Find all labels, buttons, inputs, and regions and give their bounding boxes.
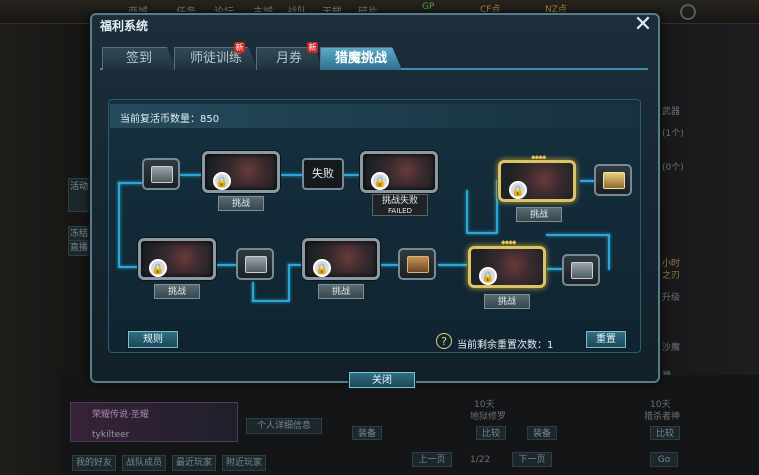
close-button[interactable]: 关闭 xyxy=(349,372,415,388)
challenge-button-1[interactable]: 挑战 xyxy=(218,196,264,211)
stage-node-3[interactable]: 🔒 xyxy=(498,160,576,202)
stage-node-2[interactable]: 🔒 xyxy=(360,151,438,193)
lock-icon: 🔒 xyxy=(371,172,389,190)
lock-icon: 🔒 xyxy=(509,181,527,199)
tab-mentor-training[interactable]: 师徒训练 xyxy=(174,47,258,70)
window-title: 福利系统 xyxy=(100,19,149,33)
tab-demon-hunt-challenge[interactable]: 猎魔挑战 xyxy=(320,47,402,70)
lock-icon: 🔒 xyxy=(313,259,331,277)
challenge-button-6[interactable]: 挑战 xyxy=(484,294,530,309)
path-line xyxy=(252,300,288,302)
rules-button[interactable]: 规则 xyxy=(128,331,178,348)
stage-node-1[interactable]: 🔒 xyxy=(202,151,280,193)
path-line xyxy=(118,182,142,184)
lock-icon: 🔒 xyxy=(479,267,497,285)
path-line xyxy=(546,234,610,236)
close-icon[interactable]: ✕ xyxy=(631,14,655,38)
star-pips: ◆◆◆◆ xyxy=(501,239,517,246)
challenge-button-5[interactable]: 挑战 xyxy=(318,284,364,299)
path-line xyxy=(466,232,496,234)
path-line xyxy=(180,174,202,176)
path-line xyxy=(466,190,468,232)
path-line xyxy=(546,268,562,270)
stage-node-6[interactable]: 🔒 xyxy=(468,246,546,288)
path-line xyxy=(288,264,290,302)
tab-signin[interactable]: 签到 xyxy=(102,47,176,70)
reward-chest-bronze[interactable] xyxy=(398,248,436,280)
path-line xyxy=(118,266,138,268)
failed-en-text: FAILED xyxy=(388,207,412,215)
path-line xyxy=(380,264,398,266)
lock-icon: 🔒 xyxy=(213,172,231,190)
lock-icon: 🔒 xyxy=(149,259,167,277)
challenge-failed-text: 挑战失败 xyxy=(381,196,418,206)
new-badge: 新 xyxy=(307,42,318,53)
challenge-failed-label: 挑战失败 FAILED xyxy=(372,194,428,216)
help-icon[interactable]: ? xyxy=(436,333,452,349)
path-line xyxy=(280,174,302,176)
path-line xyxy=(118,182,120,266)
challenge-button-3[interactable]: 挑战 xyxy=(516,207,562,222)
path-line xyxy=(288,264,302,266)
path-line xyxy=(216,264,236,266)
reward-chest-silver[interactable] xyxy=(562,254,600,286)
challenge-panel xyxy=(108,99,641,353)
revive-coin-count: 当前复活币数量：850 xyxy=(120,114,220,125)
path-line xyxy=(438,264,468,266)
path-line xyxy=(580,180,594,182)
path-line xyxy=(252,282,254,302)
new-badge: 新 xyxy=(234,42,245,53)
path-line xyxy=(608,234,610,270)
reset-button[interactable]: 重置 xyxy=(586,331,626,348)
stage-node-4[interactable]: 🔒 xyxy=(138,238,216,280)
reward-chest-gold[interactable] xyxy=(594,164,632,196)
stage-node-5[interactable]: 🔒 xyxy=(302,238,380,280)
remaining-resets: 当前剩余重置次数：1 xyxy=(457,340,554,351)
challenge-button-4[interactable]: 挑战 xyxy=(154,284,200,299)
reward-chest-silver[interactable] xyxy=(236,248,274,280)
failed-node: 失败 xyxy=(302,158,344,190)
path-line xyxy=(344,174,360,176)
reward-chest-silver[interactable] xyxy=(142,158,180,190)
